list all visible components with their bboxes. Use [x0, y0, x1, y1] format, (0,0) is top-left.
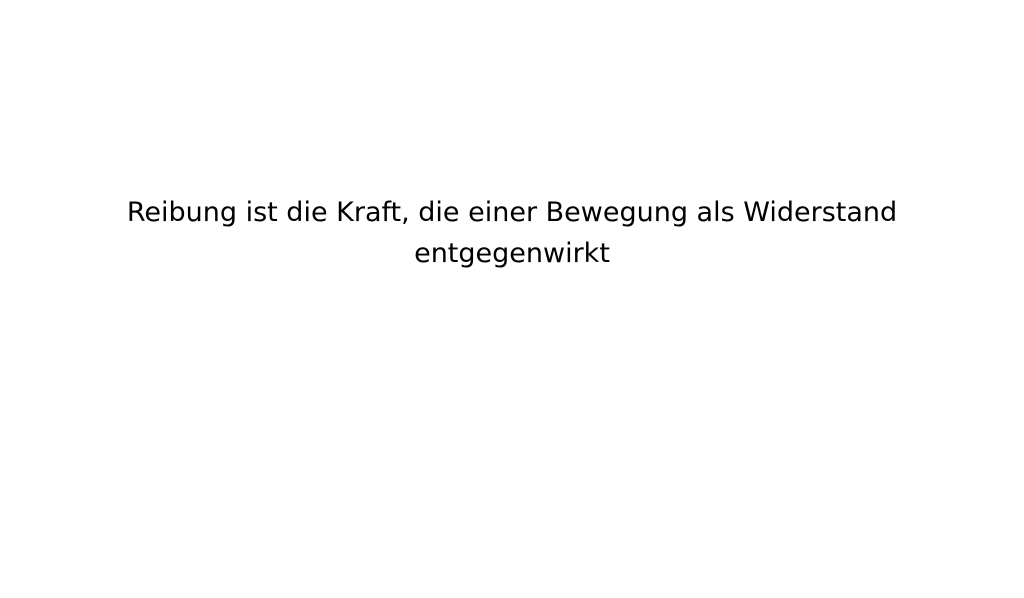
slide-canvas: Reibung ist die Kraft, die einer Bewegun…	[0, 0, 1024, 598]
slide-text: Reibung ist die Kraft, die einer Bewegun…	[126, 197, 898, 269]
